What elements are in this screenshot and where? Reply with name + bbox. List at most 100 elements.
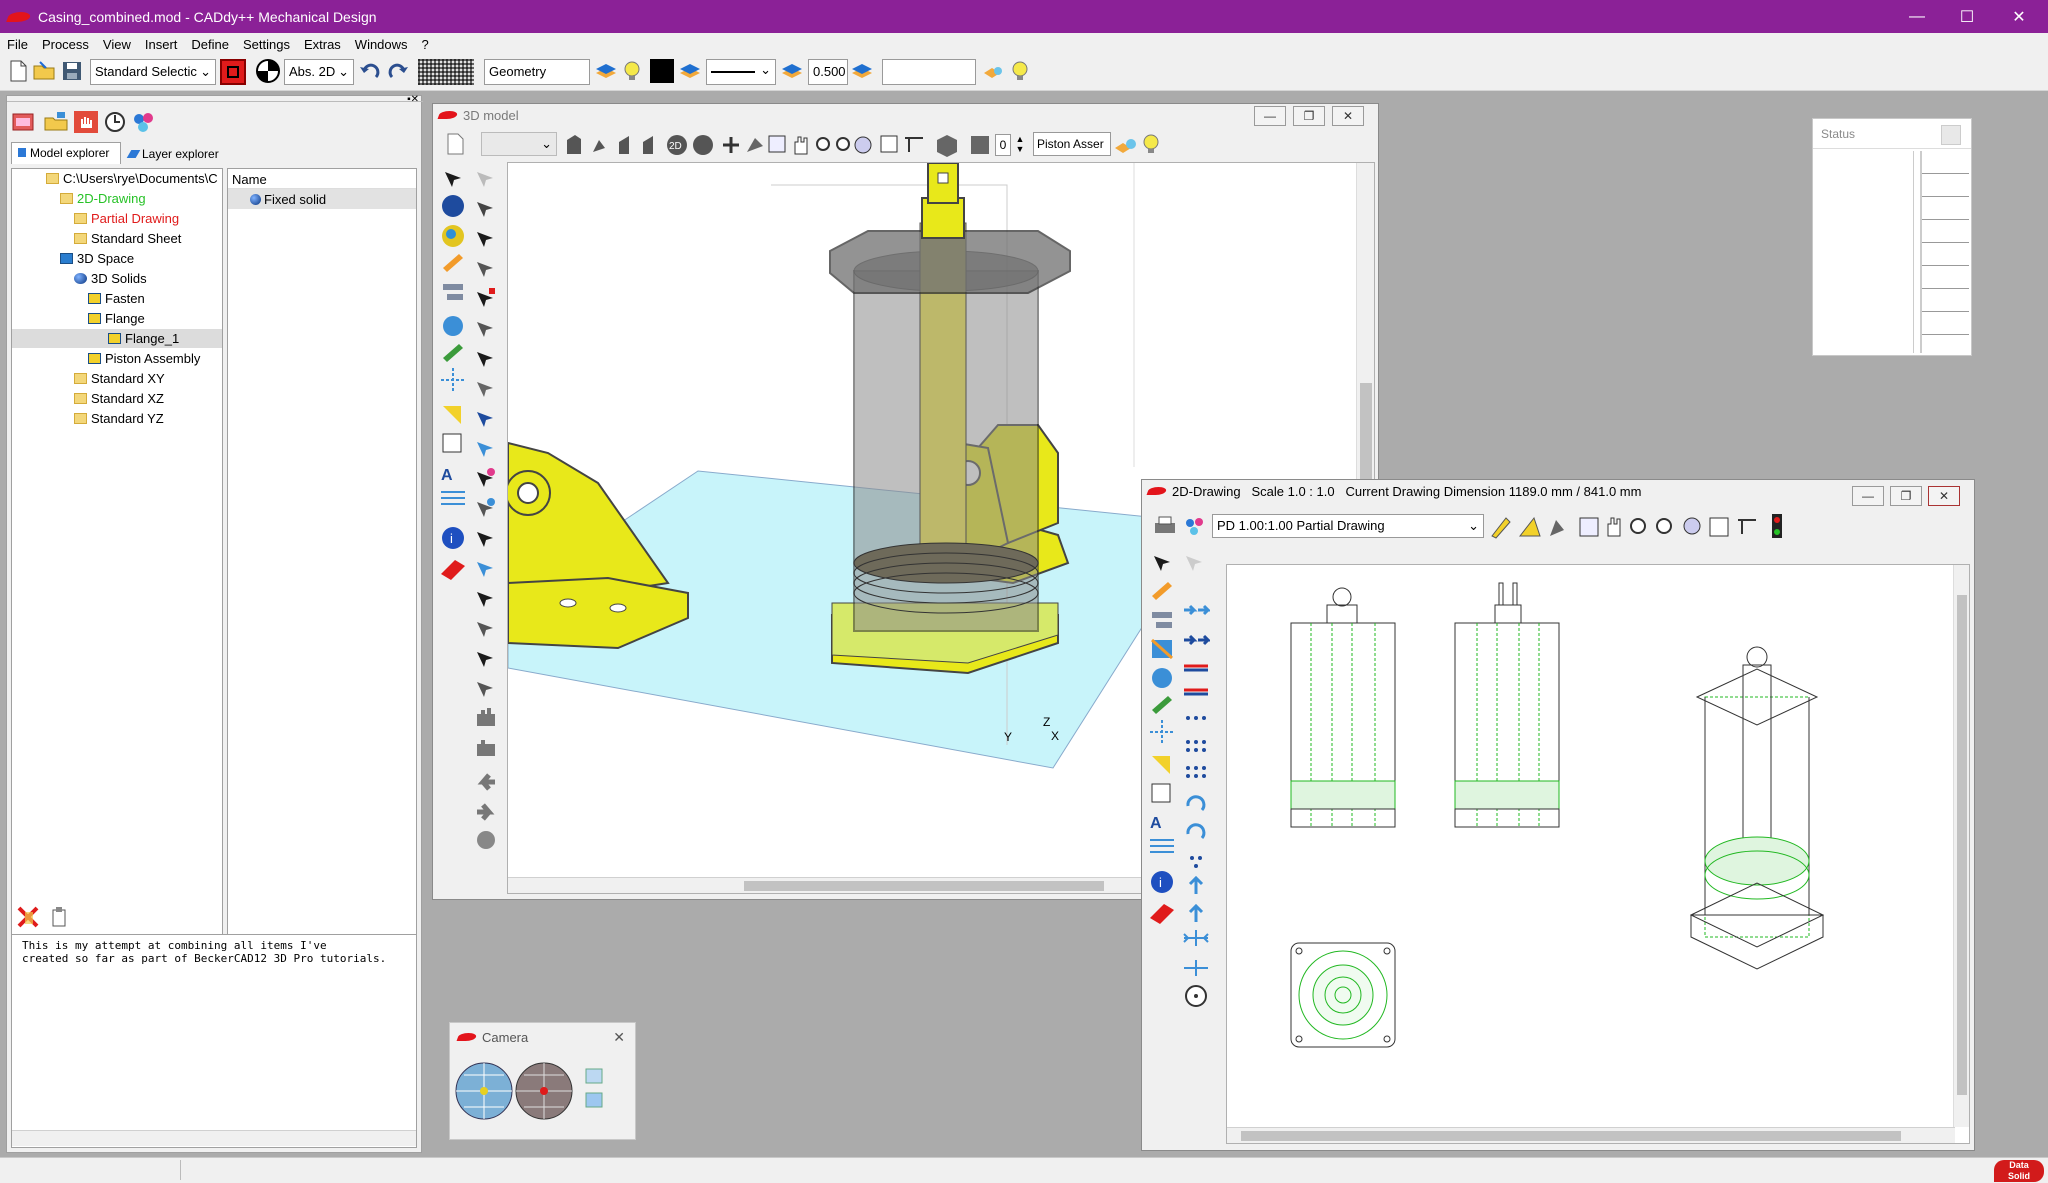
tab-layer-explorer[interactable]: Layer explorer xyxy=(123,144,235,164)
sphere-icon xyxy=(74,273,87,284)
status-close-button[interactable] xyxy=(1941,125,1961,145)
snap-point-icon[interactable] xyxy=(256,59,280,83)
tree-item-fasten[interactable]: Fasten xyxy=(88,289,145,308)
menu-settings[interactable]: Settings xyxy=(236,37,297,52)
2d-drawing-render[interactable] xyxy=(1227,565,1955,1127)
tree-item-standard-xy[interactable]: Standard XY xyxy=(74,369,165,388)
window-2d-close-button[interactable]: ✕ xyxy=(1928,486,1960,506)
tree-item-standard-yz[interactable]: Standard YZ xyxy=(74,409,164,428)
color-picker-button[interactable] xyxy=(220,59,246,85)
layer-stack-icon[interactable] xyxy=(850,59,874,83)
camera-rotate-icon[interactable] xyxy=(103,110,129,134)
2d-viewport[interactable] xyxy=(1226,564,1970,1144)
line-color-swatch[interactable] xyxy=(650,59,674,83)
line-type-select[interactable]: ⌄ xyxy=(706,59,776,85)
assembly-tools-icon[interactable] xyxy=(1113,132,1167,158)
status-splitter[interactable] xyxy=(1913,151,1921,353)
folder-open-icon xyxy=(46,173,59,184)
menu-bar: File Process View Insert Define Settings… xyxy=(0,33,2048,55)
lightbulb-icon[interactable] xyxy=(620,59,644,83)
tree-item-2d-drawing[interactable]: 2D-Drawing xyxy=(60,189,146,208)
color-palette-icon[interactable] xyxy=(1182,514,1208,540)
count-field[interactable]: 0 xyxy=(995,134,1011,156)
new-sketch-icon[interactable] xyxy=(443,132,467,156)
2d-view-tools-toolbar[interactable] xyxy=(1488,512,1820,540)
svg-text:2D: 2D xyxy=(669,141,682,152)
open-folder-icon[interactable] xyxy=(43,110,69,134)
layer-stack-icon[interactable] xyxy=(780,59,804,83)
layer-stack-icon[interactable] xyxy=(594,59,618,83)
camera-orbit-controls[interactable] xyxy=(454,1059,630,1123)
menu-extras[interactable]: Extras xyxy=(297,37,348,52)
space-icon xyxy=(60,253,73,264)
tree-item-piston-assembly[interactable]: Piston Assembly xyxy=(88,349,200,368)
sphere-icon xyxy=(250,194,261,205)
tree-item-3d-space[interactable]: 3D Space xyxy=(60,249,134,268)
menu-file[interactable]: File xyxy=(0,37,35,52)
list-header-name[interactable]: Name xyxy=(228,169,416,189)
camera-close-button[interactable]: ✕ xyxy=(613,1029,625,1046)
maximize-button[interactable]: ☐ xyxy=(1938,0,1996,33)
menu-windows[interactable]: Windows xyxy=(348,37,415,52)
chevron-down-icon: ⌄ xyxy=(200,64,211,79)
window-3d-close-button[interactable]: ✕ xyxy=(1332,106,1364,126)
line-width-field[interactable]: 0.500 xyxy=(808,59,848,85)
view-select[interactable]: ⌄ xyxy=(481,132,557,156)
view-tools-toolbar[interactable]: 2D xyxy=(563,132,853,158)
save-icon[interactable] xyxy=(60,59,84,83)
redo-icon[interactable] xyxy=(386,59,410,83)
tree-item-3d-solids[interactable]: 3D Solids xyxy=(74,269,147,288)
list-item[interactable]: Fixed solid xyxy=(228,189,416,209)
tree-item-partial-drawing[interactable]: Partial Drawing xyxy=(74,209,179,228)
grid-pattern-icon[interactable] xyxy=(418,59,474,85)
2d-horizontal-scrollbar[interactable] xyxy=(1227,1127,1955,1143)
menu-process[interactable]: Process xyxy=(35,37,96,52)
shading-tools-icon[interactable] xyxy=(933,132,993,158)
tree-item-flange-1[interactable]: Flange_1 xyxy=(12,329,222,348)
model-view-icon[interactable] xyxy=(11,110,37,134)
layer-stack-icon[interactable] xyxy=(678,59,702,83)
menu-help[interactable]: ? xyxy=(415,37,436,52)
panel-grip[interactable] xyxy=(7,96,423,102)
coordinate-mode-select[interactable]: Abs. 2D ⌄ xyxy=(284,59,354,85)
layer-field[interactable]: Geometry xyxy=(484,59,590,85)
tree-item-root[interactable]: C:\Users\rye\Documents\C xyxy=(46,169,218,188)
assembly-field[interactable]: Piston Asser xyxy=(1033,132,1111,156)
window-3d-minimize-button[interactable]: — xyxy=(1254,106,1286,126)
window-3d-restore-button[interactable]: ❐ xyxy=(1293,106,1325,126)
menu-insert[interactable]: Insert xyxy=(138,37,185,52)
text-field[interactable] xyxy=(882,59,976,85)
color-palette-icon[interactable] xyxy=(131,110,157,134)
tree-item-flange[interactable]: Flange xyxy=(88,309,145,328)
menu-define[interactable]: Define xyxy=(184,37,236,52)
new-file-icon[interactable] xyxy=(6,59,30,83)
clipboard-icon[interactable] xyxy=(47,904,71,930)
window-2d-restore-button[interactable]: ❐ xyxy=(1890,486,1922,506)
2d-tool-icons[interactable]: A i xyxy=(1146,546,1210,1138)
undo-icon[interactable] xyxy=(358,59,382,83)
window-2d-minimize-button[interactable]: — xyxy=(1852,486,1884,506)
3d-tool-icons[interactable]: A i xyxy=(437,162,501,892)
main-toolbar: Standard Selectic ⌄ Abs. 2D ⌄ Geometry ⌄ 0… xyxy=(0,55,2048,91)
hand-tool-icon[interactable] xyxy=(73,110,99,134)
lightbulb-icon[interactable] xyxy=(1008,59,1032,83)
2d-vertical-scrollbar[interactable] xyxy=(1953,565,1969,1127)
axis-label-y: Y xyxy=(1004,730,1012,744)
close-button[interactable]: ✕ xyxy=(1990,0,2048,33)
layer-tab-icon xyxy=(126,150,141,158)
notes-horizontal-scrollbar[interactable] xyxy=(12,1130,416,1146)
delete-icon[interactable] xyxy=(15,904,43,930)
tree-item-standard-sheet[interactable]: Standard Sheet xyxy=(74,229,181,248)
sheet-select[interactable]: PD 1.00:1.00 Partial Drawing ⌄ xyxy=(1212,514,1484,538)
count-spinner[interactable]: ▲ ▼ xyxy=(1013,134,1027,156)
notes-text[interactable]: This is my attempt at combining all item… xyxy=(11,934,417,1148)
selection-mode-select[interactable]: Standard Selectic ⌄ xyxy=(90,59,216,85)
tab-model-explorer[interactable]: Model explorer xyxy=(11,142,121,164)
tree-item-standard-xz[interactable]: Standard XZ xyxy=(74,389,164,408)
open-folder-icon[interactable] xyxy=(32,59,56,83)
zoom-tools-icon[interactable] xyxy=(853,132,933,158)
group-layers-icon[interactable] xyxy=(982,59,1006,83)
menu-view[interactable]: View xyxy=(96,37,138,52)
print-icon[interactable] xyxy=(1152,514,1178,540)
close-panel-icon[interactable]: ▪✕ xyxy=(407,94,419,105)
